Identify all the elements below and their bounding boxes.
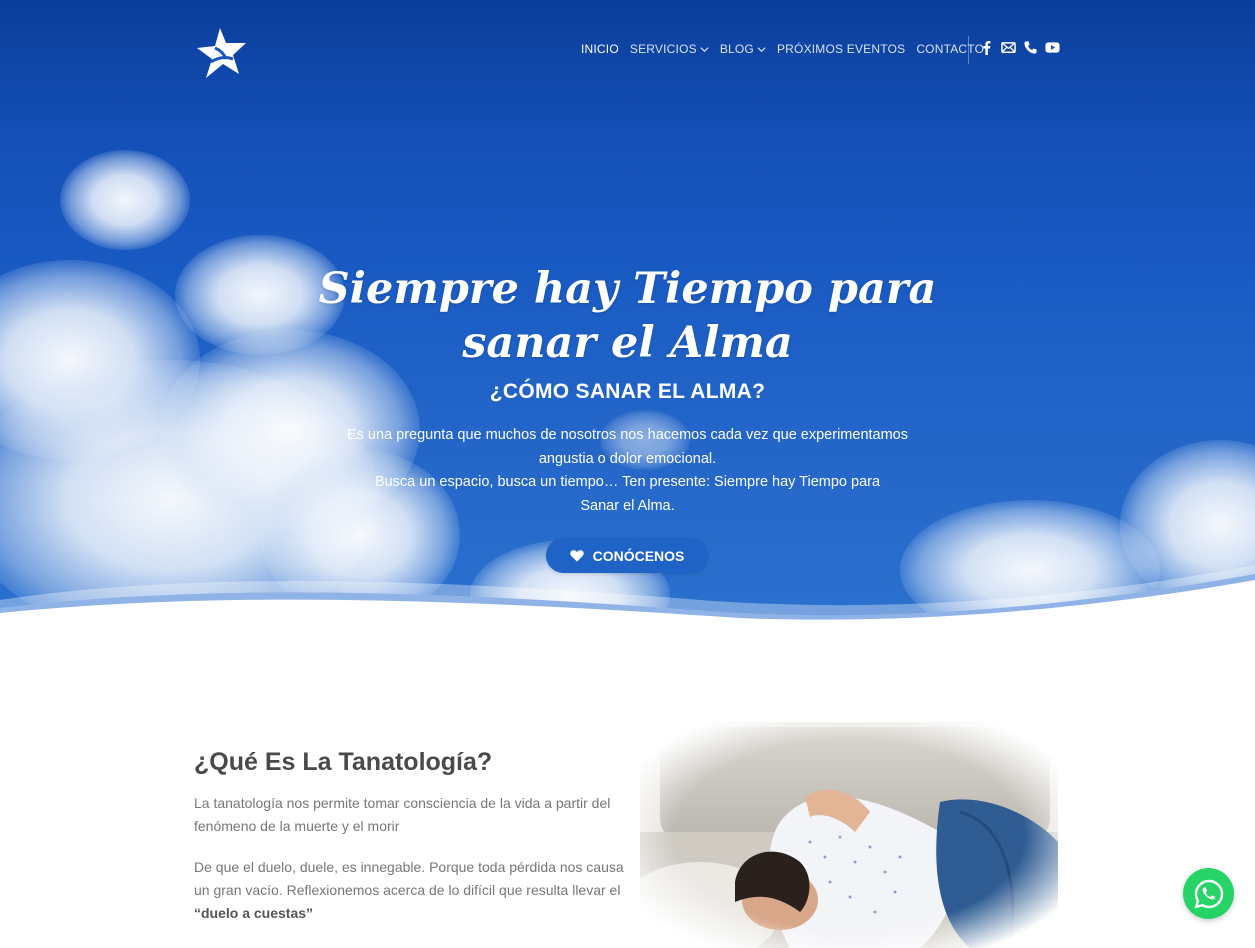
paragraph-emphasis: “duelo a cuestas” [194, 905, 314, 921]
email-icon[interactable] [1001, 40, 1016, 55]
youtube-icon[interactable] [1045, 40, 1060, 55]
nav-item-servicios[interactable]: SERVICIOS [630, 40, 709, 58]
whatsapp-icon [1193, 879, 1223, 908]
nav-item-label: INICIO [581, 42, 619, 56]
section-paragraph: La tanatología nos permite tomar conscie… [194, 795, 611, 834]
paragraph-text: De que el duelo, duele, es innegable. Po… [194, 859, 624, 898]
whatsapp-button[interactable] [1183, 868, 1234, 919]
hero-title: Siempre hay Tiempo para sanar el Alma [318, 264, 937, 368]
phone-icon[interactable] [1023, 40, 1038, 55]
chevron-down-icon [757, 46, 766, 52]
nav-item-label: CONTACTO [916, 42, 985, 56]
hero-subtitle: ¿CÓMO SANAR EL ALMA? [489, 380, 766, 403]
nav-divider [968, 36, 969, 64]
nav-item-blog[interactable]: BLOG [720, 40, 766, 58]
section-title: ¿Qué Es La Tanatología? [194, 748, 493, 776]
nav-item-contacto[interactable]: CONTACTO [916, 40, 984, 58]
social-links [979, 40, 1067, 55]
hero-description: Es una pregunta que muchos de nosotros n… [320, 424, 935, 518]
chevron-down-icon [700, 46, 709, 52]
heart-icon [569, 550, 584, 562]
nav-item-label: BLOG [719, 42, 754, 56]
nav-item-label: PRÓXIMOS EVENTOS [776, 42, 906, 56]
nav-item-inicio[interactable]: INICIO [581, 40, 619, 58]
woman-on-sofa-image [640, 722, 1058, 948]
main-nav: INICIO SERVICIOS BLOG PRÓXIMOS EVENTOS C… [581, 40, 995, 58]
hero-text-line: Es una pregunta que muchos de nosotros n… [346, 427, 908, 467]
conocenos-button[interactable]: CONÓCENOS [546, 538, 708, 573]
cloud [60, 150, 190, 250]
tanatologia-photo [640, 722, 1058, 948]
facebook-icon[interactable] [979, 40, 994, 55]
button-label: CONÓCENOS [592, 547, 685, 564]
hero-text-line: Busca un espacio, busca un tiempo… Ten p… [374, 474, 881, 514]
nav-item-proximos-eventos[interactable]: PRÓXIMOS EVENTOS [777, 40, 905, 58]
section-paragraph: De que el duelo, duele, es innegable. Po… [194, 856, 624, 925]
nav-item-label: SERVICIOS [629, 42, 697, 56]
logo[interactable] [193, 26, 249, 82]
